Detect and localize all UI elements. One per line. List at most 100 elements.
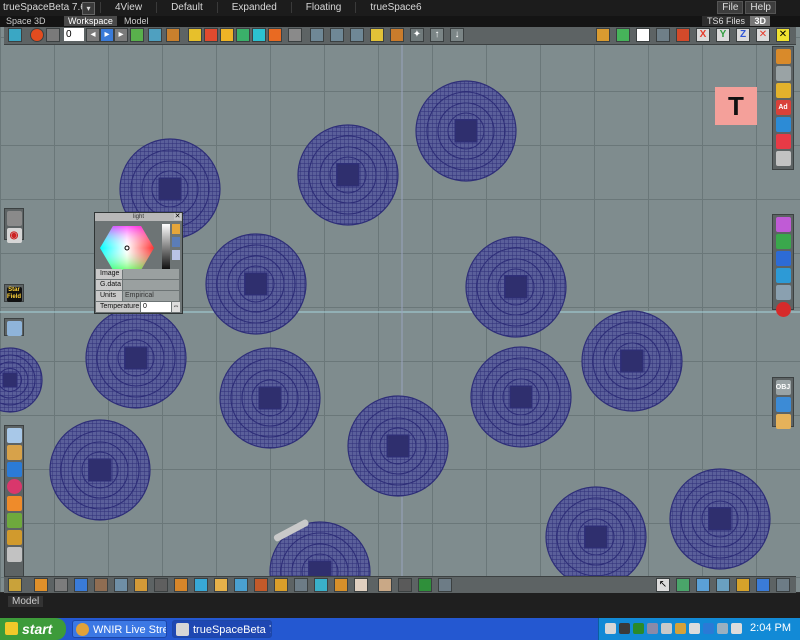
layout-expanded[interactable]: Expanded <box>216 2 291 13</box>
wireframe-sphere[interactable] <box>415 80 517 182</box>
eyedropper-icon[interactable] <box>288 28 302 42</box>
cone-icon[interactable] <box>6 462 22 477</box>
tab-model[interactable]: Model <box>120 16 153 26</box>
sphere-icon[interactable] <box>6 479 22 494</box>
pointer-icon[interactable]: ↖ <box>656 578 670 592</box>
cancel-icon[interactable]: ✕ <box>756 28 770 42</box>
pan-icon[interactable] <box>390 28 404 42</box>
tray-icon-2[interactable] <box>619 623 630 634</box>
rainbow-icon[interactable] <box>6 321 22 336</box>
tab-workspace[interactable]: Workspace <box>64 16 117 26</box>
scale-icon[interactable] <box>350 28 364 42</box>
bottom-tool-5-icon[interactable] <box>94 578 108 592</box>
tab-space3d[interactable]: Space 3D <box>2 16 50 26</box>
wireframe-sphere[interactable] <box>470 346 572 448</box>
figure-library-icon[interactable] <box>775 414 791 429</box>
path-icon[interactable] <box>148 28 162 42</box>
file-menu[interactable]: File <box>717 1 744 14</box>
bottom-tool-9-icon[interactable] <box>174 578 188 592</box>
start-button[interactable]: start <box>0 618 66 640</box>
axis-x-icon[interactable]: X <box>696 28 710 42</box>
tray-icon-4[interactable] <box>647 623 658 634</box>
light-preview-icon[interactable] <box>172 237 180 247</box>
cylinder-icon[interactable] <box>6 496 22 511</box>
bottom-tool-26-icon[interactable] <box>716 578 730 592</box>
bottom-tool-8-icon[interactable] <box>154 578 168 592</box>
rotate-icon[interactable] <box>330 28 344 42</box>
plane-icon[interactable] <box>6 428 22 443</box>
render-icon[interactable] <box>775 217 791 232</box>
image-field[interactable] <box>123 269 179 279</box>
bottom-tool-21-icon[interactable] <box>418 578 432 592</box>
bottom-tool-29-icon[interactable] <box>776 578 790 592</box>
bottom-tool-22-icon[interactable] <box>438 578 452 592</box>
bottom-tool-6-icon[interactable] <box>114 578 128 592</box>
render-stack-icon[interactable] <box>775 285 791 300</box>
object-library-icon[interactable] <box>775 397 791 412</box>
material-icon[interactable] <box>188 28 202 42</box>
bottom-tool-15-icon[interactable] <box>294 578 308 592</box>
help-menu[interactable]: Help <box>745 1 776 14</box>
bottom-tool-28-icon[interactable] <box>756 578 770 592</box>
cube-cyan-icon[interactable] <box>252 28 266 42</box>
face-icon[interactable] <box>378 578 392 592</box>
bottom-tool-1-icon[interactable] <box>8 578 22 592</box>
tray-icon-5[interactable] <box>661 623 672 634</box>
wireframe-sphere[interactable] <box>669 468 771 570</box>
brush-icon[interactable] <box>676 28 690 42</box>
bottom-tool-25-icon[interactable] <box>696 578 710 592</box>
figure-icon[interactable] <box>775 49 791 64</box>
light-color-swatch[interactable] <box>172 250 180 260</box>
bottom-tool-18-icon[interactable] <box>354 578 368 592</box>
obj-export-icon[interactable]: OBJ <box>775 380 791 395</box>
wireframe-sphere[interactable] <box>205 233 307 335</box>
layout-default[interactable]: Default <box>156 2 217 13</box>
tools-icon[interactable] <box>6 547 22 562</box>
white-box-icon[interactable] <box>636 28 650 42</box>
wand-icon[interactable] <box>370 28 384 42</box>
wireframe-sphere[interactable] <box>347 395 449 497</box>
object-tool-icon[interactable] <box>8 28 22 42</box>
layout-truespace6[interactable]: trueSpace6 <box>355 2 435 13</box>
axis-z-icon[interactable]: Z <box>736 28 750 42</box>
layout-4view[interactable]: 4View <box>100 2 156 13</box>
grid-icon[interactable] <box>656 28 670 42</box>
brightness-slider[interactable] <box>162 224 170 272</box>
keyframe-icon[interactable] <box>130 28 144 42</box>
camera-path-icon[interactable] <box>775 251 791 266</box>
cube-orange-icon[interactable] <box>268 28 282 42</box>
bottom-tool-24-icon[interactable] <box>676 578 690 592</box>
wireframe-sphere[interactable] <box>465 236 567 338</box>
bottom-tool-10-icon[interactable] <box>194 578 208 592</box>
bottom-tool-2-icon[interactable] <box>34 578 48 592</box>
layout-floating[interactable]: Floating <box>290 2 356 13</box>
bottom-tool-27-icon[interactable] <box>736 578 750 592</box>
tray-icon-3[interactable] <box>633 623 644 634</box>
rewind-icon[interactable]: ◂ <box>86 28 100 42</box>
bottom-tool-3-icon[interactable] <box>54 578 68 592</box>
close-icon[interactable]: ✕ <box>174 213 181 220</box>
cube-icon[interactable] <box>6 513 22 528</box>
scene-icon[interactable] <box>596 28 610 42</box>
reflection-icon[interactable] <box>6 211 22 226</box>
wireframe-sphere[interactable] <box>85 307 187 409</box>
sparkle-icon[interactable]: ✦ <box>410 28 424 42</box>
record-icon[interactable] <box>30 28 44 42</box>
down-arrow-icon[interactable]: ↓ <box>450 28 464 42</box>
magnet-icon[interactable] <box>775 302 791 317</box>
bottom-tool-4-icon[interactable] <box>74 578 88 592</box>
eye-icon[interactable]: ◉ <box>6 228 22 243</box>
no-entry-icon[interactable] <box>775 134 791 149</box>
mode-3d-button[interactable]: 3D <box>750 16 770 26</box>
render-file-icon[interactable] <box>775 268 791 283</box>
move-icon[interactable] <box>310 28 324 42</box>
wireframe-sphere[interactable] <box>297 124 399 226</box>
bottom-tool-14-icon[interactable] <box>274 578 288 592</box>
tray-icon-6[interactable] <box>675 623 686 634</box>
paint-object-icon[interactable] <box>166 28 180 42</box>
wireframe-sphere[interactable] <box>0 347 43 413</box>
reset-axis-icon[interactable]: ✕ <box>776 28 790 42</box>
tray-icon-9[interactable] <box>717 623 728 634</box>
torus-icon[interactable] <box>6 445 22 460</box>
stop-icon[interactable] <box>46 28 60 42</box>
